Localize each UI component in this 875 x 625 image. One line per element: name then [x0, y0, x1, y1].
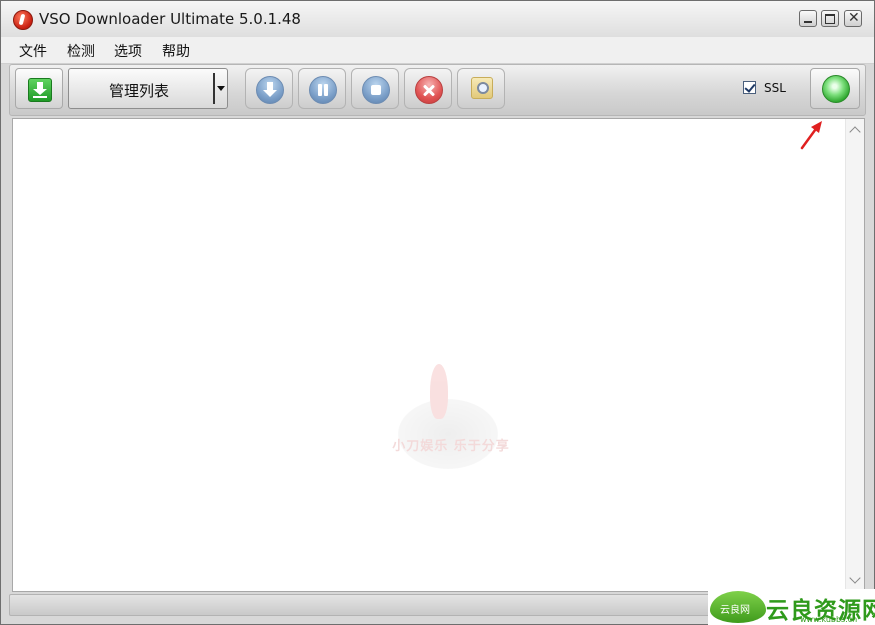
annotation-arrow-icon — [800, 121, 822, 150]
radar-icon — [822, 75, 850, 103]
close-button[interactable]: ✕ — [844, 10, 862, 27]
stop-icon — [362, 76, 390, 104]
watermark-logo: 小刀娱乐 乐于分享 — [368, 359, 528, 509]
pause-button[interactable] — [298, 68, 346, 109]
window-title: VSO Downloader Ultimate 5.0.1.48 — [39, 10, 301, 28]
toolbar: 管理列表 SSL — [9, 64, 866, 116]
watermark-text: 小刀娱乐 乐于分享 — [392, 439, 510, 454]
scroll-down-icon[interactable] — [849, 572, 861, 584]
scroll-up-icon[interactable] — [849, 126, 861, 138]
site-url: www.kubbs.cn — [800, 615, 858, 624]
menu-options[interactable]: 选项 — [114, 41, 142, 61]
manage-list-label: 管理列表 — [108, 82, 169, 100]
leaf-logo-icon: 云良网 — [710, 591, 766, 623]
delete-button[interactable] — [404, 68, 452, 109]
pause-icon — [309, 76, 337, 104]
detection-status-button[interactable] — [810, 68, 860, 109]
app-window: VSO Downloader Ultimate 5.0.1.48 ✕ 文件 检测… — [0, 0, 875, 625]
folder-search-icon — [471, 77, 493, 99]
arrow-down-icon — [256, 76, 284, 104]
ssl-checkbox[interactable] — [743, 81, 756, 94]
leaf-logo-text: 云良网 — [720, 605, 750, 616]
app-logo-icon — [13, 10, 33, 30]
ssl-label: SSL — [764, 81, 786, 95]
stop-button[interactable] — [351, 68, 399, 109]
minimize-button[interactable] — [799, 10, 817, 27]
menu-bar: 文件 检测 选项 帮助 — [1, 37, 874, 64]
delete-icon — [415, 76, 443, 104]
chevron-down-icon[interactable] — [217, 86, 225, 91]
close-icon: ✕ — [848, 10, 860, 26]
title-bar[interactable]: VSO Downloader Ultimate 5.0.1.48 ✕ — [1, 1, 874, 37]
menu-file[interactable]: 文件 — [19, 41, 47, 61]
download-icon — [28, 78, 52, 102]
vertical-scrollbar[interactable] — [845, 119, 864, 591]
site-watermark-badge: 云良网 云良资源网 www.kubbs.cn — [708, 589, 875, 625]
maximize-button[interactable] — [821, 10, 839, 27]
start-download-button[interactable] — [245, 68, 293, 109]
open-folder-button[interactable] — [457, 68, 505, 109]
menu-help[interactable]: 帮助 — [162, 41, 190, 61]
manage-list-dropdown[interactable]: 管理列表 — [68, 68, 228, 109]
add-download-button[interactable] — [15, 68, 63, 109]
menu-detect[interactable]: 检测 — [67, 41, 95, 61]
download-list[interactable]: 小刀娱乐 乐于分享 — [12, 118, 865, 592]
dropdown-divider — [213, 73, 215, 104]
